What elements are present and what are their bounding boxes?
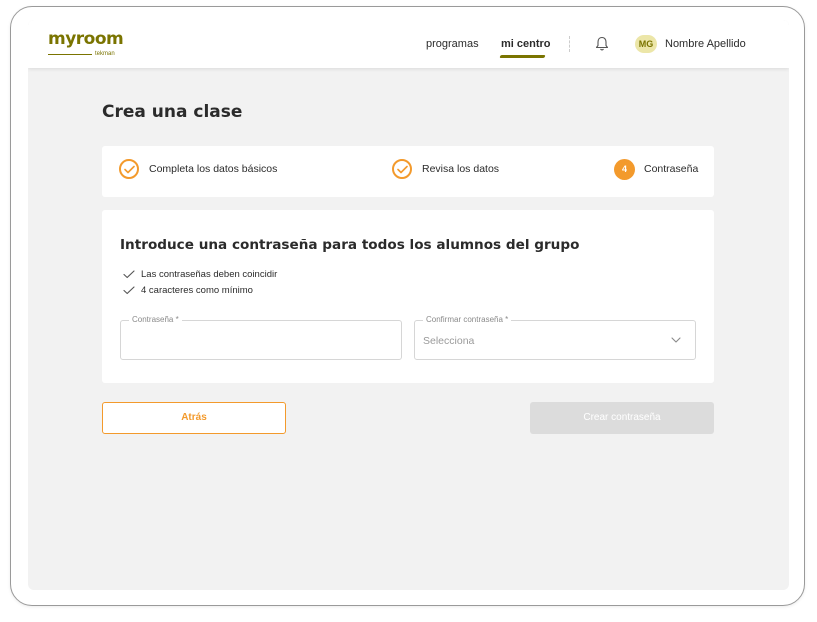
user-name[interactable]: Nombre Apellido xyxy=(665,38,746,50)
nav-mi-centro[interactable]: mi centro xyxy=(501,38,551,50)
page-title: Crea una clase xyxy=(102,102,243,122)
logo[interactable]: myroom xyxy=(48,31,124,48)
nav-active-indicator xyxy=(499,55,546,58)
back-button[interactable]: Atrás xyxy=(102,402,286,434)
logo-underline xyxy=(48,54,92,55)
password-field-label: Contraseña * xyxy=(129,315,182,325)
card-heading: Introduce una contraseña para todos los … xyxy=(120,237,580,253)
bell-icon[interactable] xyxy=(595,36,609,52)
check-icon xyxy=(123,286,135,295)
nav-divider xyxy=(569,36,571,52)
password-field[interactable]: Contraseña * xyxy=(120,315,402,360)
password-card: Introduce una contraseña para todos los … xyxy=(102,210,714,383)
avatar[interactable]: MG xyxy=(635,35,657,53)
stepper: Completa los datos básicos Revisa los da… xyxy=(102,146,714,197)
confirm-field-placeholder: Selecciona xyxy=(423,335,475,347)
step-label: Revisa los datos xyxy=(422,163,500,175)
nav-programas[interactable]: programas xyxy=(426,38,479,50)
check-icon xyxy=(123,270,135,279)
check-icon xyxy=(392,159,412,179)
step-label: Contraseña xyxy=(644,163,699,175)
confirm-password-field[interactable]: Confirmar contraseña * Selecciona xyxy=(414,315,696,360)
chevron-down-icon[interactable] xyxy=(671,337,681,343)
check-icon xyxy=(119,159,139,179)
rule-text: Las contraseñas deben coincidir xyxy=(141,269,278,280)
rule-text: 4 caracteres como mínimo xyxy=(141,285,253,296)
confirm-field-label: Confirmar contraseña * xyxy=(423,315,512,325)
top-navbar: myroom tekman programas mi centro MG Nom… xyxy=(28,20,789,68)
create-password-button[interactable]: Crear contraseña xyxy=(530,402,714,434)
app-screen: myroom tekman programas mi centro MG Nom… xyxy=(28,20,789,590)
step-number: 4 xyxy=(614,159,635,180)
logo-subtitle: tekman xyxy=(48,49,122,59)
step-label: Completa los datos básicos xyxy=(149,163,278,175)
logo-tag: tekman xyxy=(95,51,115,57)
